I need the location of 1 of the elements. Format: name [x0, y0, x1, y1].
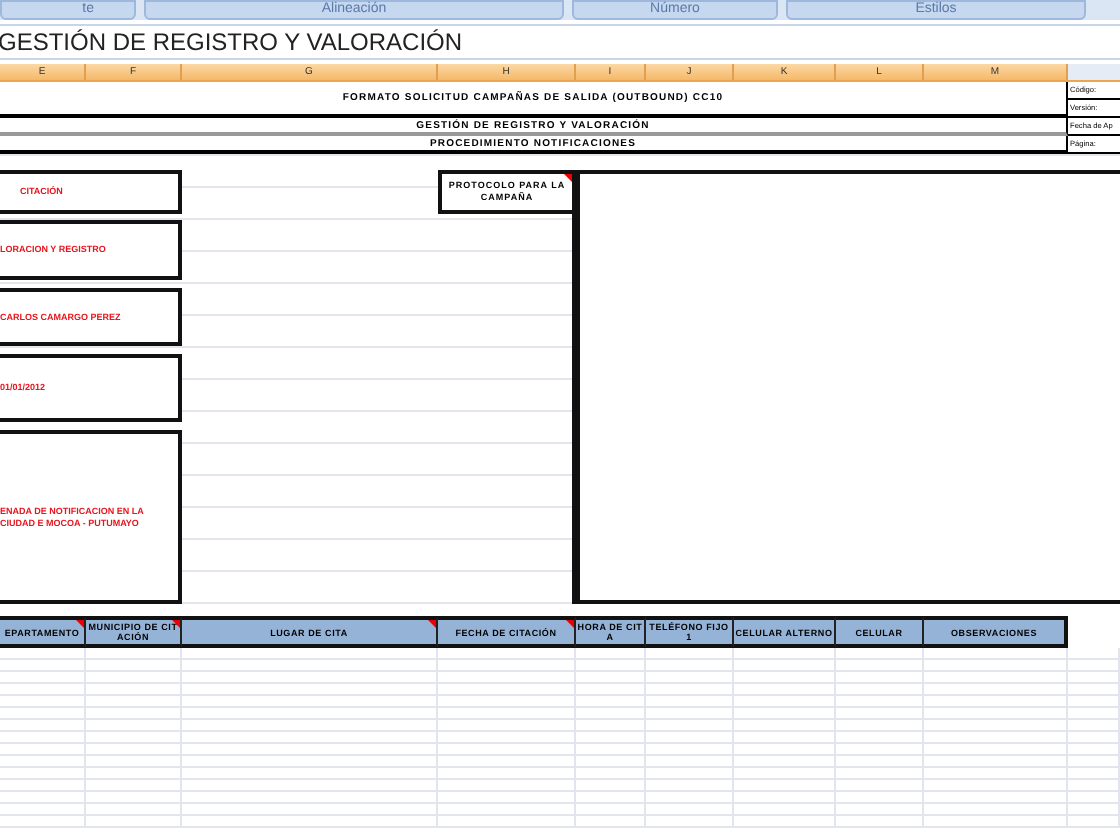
column-header[interactable] [1068, 64, 1120, 80]
